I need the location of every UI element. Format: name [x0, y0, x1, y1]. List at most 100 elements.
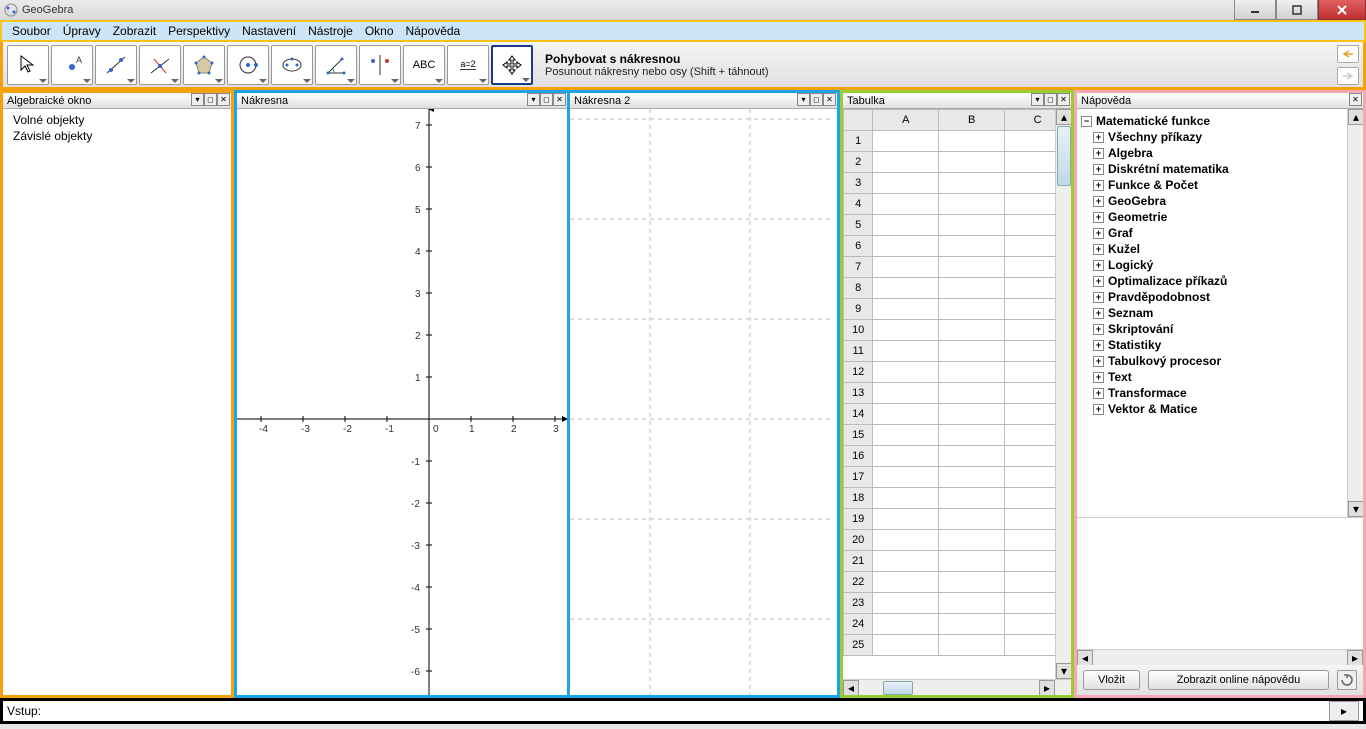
spreadsheet-cell[interactable]	[939, 425, 1005, 446]
help-header[interactable]: Nápověda ✕	[1077, 93, 1363, 109]
tool-point[interactable]: A	[51, 45, 93, 85]
help-category-item[interactable]: +Funkce & Počet	[1093, 177, 1359, 193]
help-scrollbar-vertical[interactable]: ▴ ▾	[1347, 109, 1363, 517]
spreadsheet-cell[interactable]	[939, 446, 1005, 467]
help-category-item[interactable]: +GeoGebra	[1093, 193, 1359, 209]
help-category-item[interactable]: +Optimalizace příkazů	[1093, 273, 1359, 289]
row-header[interactable]: 13	[844, 383, 873, 404]
expand-icon[interactable]: +	[1093, 388, 1104, 399]
tool-line[interactable]	[95, 45, 137, 85]
expand-icon[interactable]: +	[1093, 164, 1104, 175]
graphics2-menu-icon[interactable]: ▾	[797, 93, 810, 106]
spreadsheet-window-icon[interactable]: ◻	[1044, 93, 1057, 106]
expand-icon[interactable]: +	[1093, 292, 1104, 303]
spreadsheet-cell[interactable]	[873, 215, 939, 236]
spreadsheet-cell[interactable]	[939, 593, 1005, 614]
row-header[interactable]: 7	[844, 257, 873, 278]
help-category-item[interactable]: +Logický	[1093, 257, 1359, 273]
spreadsheet-cell[interactable]	[939, 299, 1005, 320]
spreadsheet-cell[interactable]	[873, 425, 939, 446]
column-header[interactable]: A	[873, 110, 939, 131]
help-category-item[interactable]: +Graf	[1093, 225, 1359, 241]
help-close-icon[interactable]: ✕	[1349, 93, 1362, 106]
graphics-close-icon[interactable]: ✕	[553, 93, 566, 106]
spreadsheet-cell[interactable]	[873, 173, 939, 194]
help-root-item[interactable]: − Matematické funkce	[1081, 113, 1359, 129]
spreadsheet-cell[interactable]	[939, 320, 1005, 341]
spreadsheet-cell[interactable]	[939, 383, 1005, 404]
spreadsheet-cell[interactable]	[939, 635, 1005, 656]
row-header[interactable]: 14	[844, 404, 873, 425]
dependent-objects-label[interactable]: Závislé objekty	[13, 129, 221, 143]
tool-angle[interactable]	[315, 45, 357, 85]
spreadsheet-cell[interactable]	[873, 404, 939, 425]
graphics-header[interactable]: Nákresna ▾ ◻ ✕	[237, 93, 567, 109]
spreadsheet-cell[interactable]	[939, 257, 1005, 278]
row-header[interactable]: 24	[844, 614, 873, 635]
help-scrollbar-horizontal[interactable]: ◂ ▸	[1077, 649, 1363, 665]
help-category-item[interactable]: +Skriptování	[1093, 321, 1359, 337]
help-category-item[interactable]: +Text	[1093, 369, 1359, 385]
tool-move-view[interactable]	[491, 45, 533, 85]
expand-icon[interactable]: +	[1093, 212, 1104, 223]
spreadsheet-cell[interactable]	[873, 551, 939, 572]
row-header[interactable]: 12	[844, 362, 873, 383]
spreadsheet-cell[interactable]	[939, 551, 1005, 572]
spreadsheet-cell[interactable]	[939, 278, 1005, 299]
spreadsheet-cell[interactable]	[873, 320, 939, 341]
spreadsheet-cell[interactable]	[939, 530, 1005, 551]
menu-nastaveni[interactable]: Nastavení	[236, 22, 302, 40]
expand-icon[interactable]: +	[1093, 132, 1104, 143]
refresh-button[interactable]	[1337, 670, 1357, 690]
spreadsheet-cell[interactable]	[939, 236, 1005, 257]
row-header[interactable]: 15	[844, 425, 873, 446]
spreadsheet-header[interactable]: Tabulka ▾ ◻ ✕	[843, 93, 1071, 109]
spreadsheet-cell[interactable]	[939, 215, 1005, 236]
spreadsheet-cell[interactable]	[873, 593, 939, 614]
spreadsheet-close-icon[interactable]: ✕	[1057, 93, 1070, 106]
free-objects-label[interactable]: Volné objekty	[13, 113, 221, 127]
help-category-item[interactable]: +Geometrie	[1093, 209, 1359, 225]
spreadsheet-cell[interactable]	[939, 404, 1005, 425]
row-header[interactable]: 20	[844, 530, 873, 551]
algebra-header[interactable]: Algebraické okno ▾ ◻ ✕	[3, 93, 231, 109]
graphics-canvas[interactable]: -4 -3 -2 -1 0 1 2 3 7 6 5 4 3 2 1	[237, 109, 567, 695]
spreadsheet-scrollbar-vertical[interactable]: ▴ ▾	[1055, 109, 1071, 695]
expand-icon[interactable]: +	[1093, 196, 1104, 207]
help-category-item[interactable]: +Seznam	[1093, 305, 1359, 321]
expand-icon[interactable]: +	[1093, 372, 1104, 383]
expand-icon[interactable]: +	[1093, 148, 1104, 159]
graphics-menu-icon[interactable]: ▾	[527, 93, 540, 106]
expand-icon[interactable]: +	[1093, 228, 1104, 239]
inputbar-field[interactable]	[47, 702, 1323, 720]
spreadsheet-cell[interactable]	[873, 299, 939, 320]
spreadsheet-cell[interactable]	[873, 194, 939, 215]
algebra-close-icon[interactable]: ✕	[217, 93, 230, 106]
row-header[interactable]: 21	[844, 551, 873, 572]
row-header[interactable]: 11	[844, 341, 873, 362]
expand-icon[interactable]: −	[1081, 116, 1092, 127]
row-header[interactable]: 9	[844, 299, 873, 320]
spreadsheet-cell[interactable]	[873, 383, 939, 404]
spreadsheet-cell[interactable]	[939, 152, 1005, 173]
row-header[interactable]: 22	[844, 572, 873, 593]
row-header[interactable]: 17	[844, 467, 873, 488]
expand-icon[interactable]: +	[1093, 404, 1104, 415]
help-category-item[interactable]: +Transformace	[1093, 385, 1359, 401]
spreadsheet-cell[interactable]	[873, 572, 939, 593]
online-help-button[interactable]: Zobrazit online nápovědu	[1148, 670, 1329, 690]
expand-icon[interactable]: +	[1093, 276, 1104, 287]
row-header[interactable]: 25	[844, 635, 873, 656]
row-header[interactable]: 8	[844, 278, 873, 299]
spreadsheet-cell[interactable]	[939, 194, 1005, 215]
close-button[interactable]	[1318, 0, 1366, 20]
graphics-window-icon[interactable]: ◻	[540, 93, 553, 106]
tool-move[interactable]	[7, 45, 49, 85]
expand-icon[interactable]: +	[1093, 308, 1104, 319]
help-category-item[interactable]: +Statistiky	[1093, 337, 1359, 353]
menu-perspektivy[interactable]: Perspektivy	[162, 22, 236, 40]
inputbar-dropdown[interactable]: ▸	[1329, 701, 1359, 721]
expand-icon[interactable]: +	[1093, 340, 1104, 351]
row-header[interactable]: 18	[844, 488, 873, 509]
help-category-item[interactable]: +Tabulkový procesor	[1093, 353, 1359, 369]
